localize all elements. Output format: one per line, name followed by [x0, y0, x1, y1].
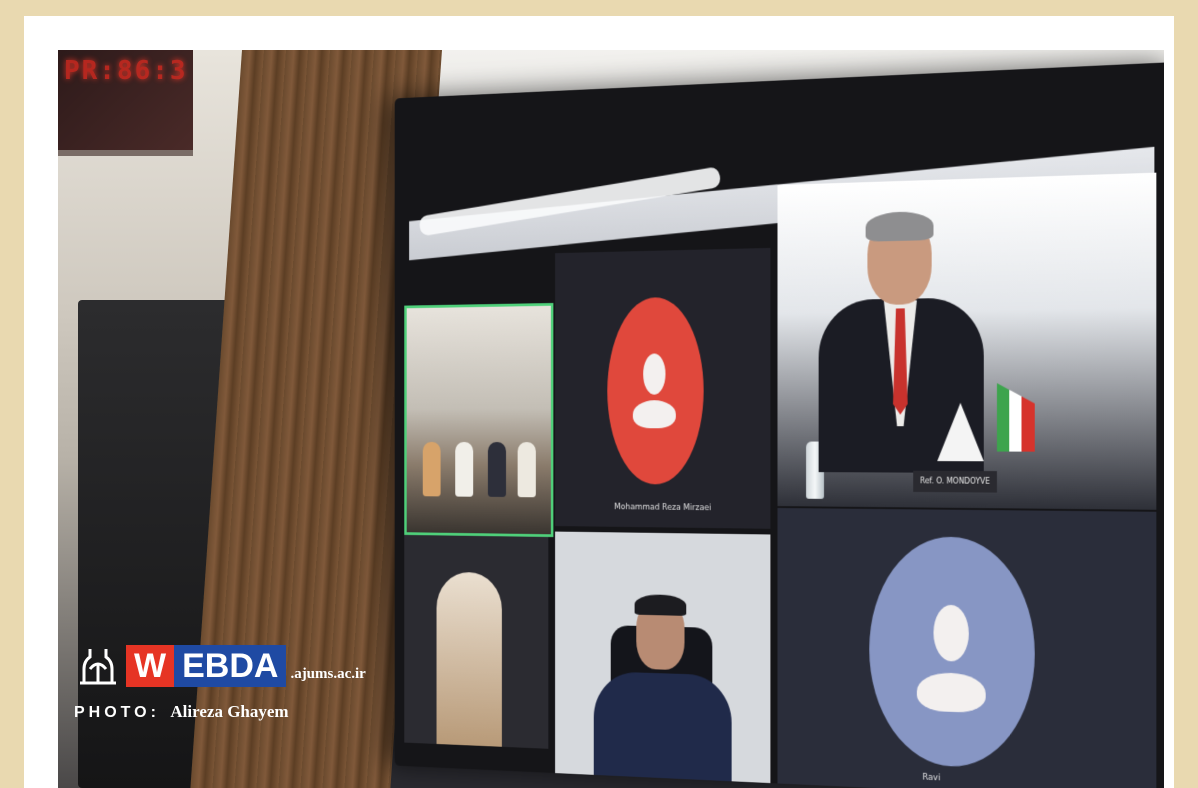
participant-name: Ravi [922, 772, 941, 784]
name-placard: Ref. O. MONDOYVE [913, 470, 997, 493]
avatar [607, 296, 704, 485]
participant-person [517, 442, 536, 498]
iran-flag [997, 383, 1035, 452]
webda-logo: W EBDA .ajums.ac.ir [76, 645, 366, 687]
logo-w: W [126, 645, 175, 687]
university-emblem-icon [80, 649, 116, 685]
user-icon [933, 604, 969, 662]
participant-name: Mohammad Reza Mirzaei [614, 502, 712, 513]
credit-name: Alireza Ghayem [170, 702, 289, 721]
photo-credit: PHOTO: Alireza Ghayem [74, 702, 289, 722]
user-icon [643, 353, 666, 395]
participant-tile-speaker: Ref. O. MONDOYVE [777, 172, 1157, 510]
participant-tile-avatar-blue: Ravi [777, 507, 1157, 788]
participant-tile-man [555, 531, 771, 784]
participant-person [422, 441, 441, 497]
logo-ebda: EBDA [174, 645, 287, 687]
logo-domain: .ajums.ac.ir [290, 666, 366, 682]
video-conference-monitor: Mohammad Reza Mirzaei Ref. O. MONDOYVE R… [394, 62, 1164, 788]
avatar [869, 535, 1035, 770]
participant-tile-conference-room [404, 302, 554, 538]
participant-person [487, 442, 507, 498]
wall-clock: PR:86:3 [58, 50, 193, 156]
clock-digits: PR:86:3 [64, 56, 188, 86]
participant-person [436, 571, 502, 747]
participant-tile-avatar-red: Mohammad Reza Mirzaei [555, 247, 771, 529]
participant-person [455, 442, 474, 497]
participant-tile-partial [404, 534, 549, 749]
credit-label: PHOTO: [74, 704, 160, 721]
suit [593, 671, 732, 784]
